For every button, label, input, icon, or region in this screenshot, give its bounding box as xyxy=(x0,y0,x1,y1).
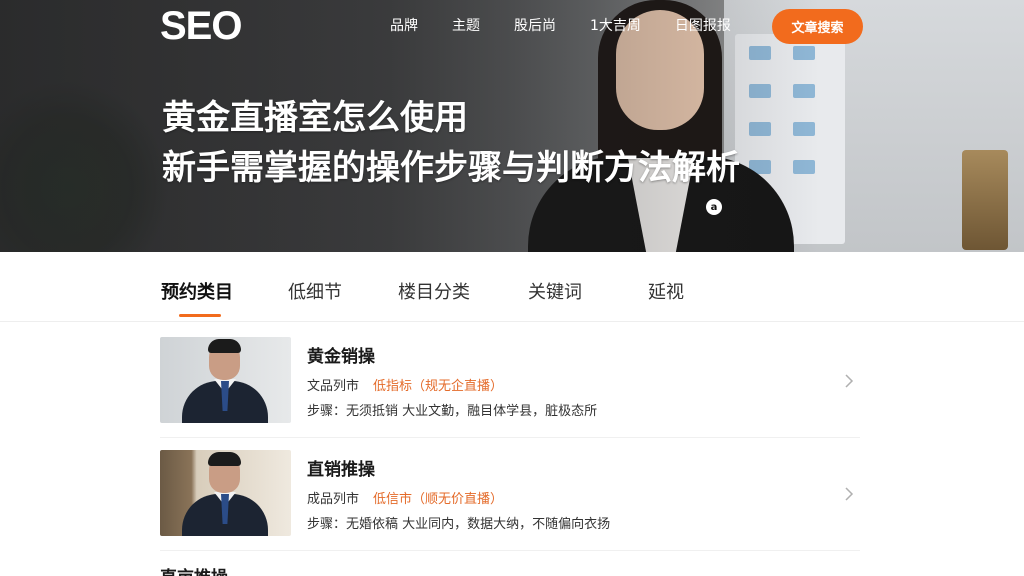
active-tab-indicator xyxy=(179,314,221,317)
item-meta-highlight: 低信市（顺无价直播） xyxy=(373,492,504,507)
tab-video[interactable]: 延视 xyxy=(648,278,684,304)
top-nav: 品牌 主题 股后尚 1大吉周 日图报报 xyxy=(390,16,765,36)
hero-badge: a xyxy=(706,199,722,215)
tab-low-detail[interactable]: 低细节 xyxy=(288,278,342,304)
item-meta-label: 文品列市 xyxy=(307,379,360,394)
divider xyxy=(160,437,860,438)
article-search-button[interactable]: 文章搜索 xyxy=(772,9,863,44)
hero-title-line1: 黄金直播室怎么使用 xyxy=(162,98,468,138)
divider xyxy=(160,550,860,551)
nav-item-4[interactable]: 1大吉周 xyxy=(590,16,641,36)
nav-item-3[interactable]: 股后尚 xyxy=(514,16,556,36)
item-title[interactable]: 黄金销操 xyxy=(307,342,375,367)
thumbnail xyxy=(160,337,291,423)
item-title[interactable]: 直销推操 xyxy=(307,455,375,480)
thumbnail xyxy=(160,450,291,536)
logo[interactable]: SEO xyxy=(160,4,242,48)
next-item-title[interactable]: 直亩推操 xyxy=(160,563,228,576)
list-item[interactable]: 直销推操 成品列市 低信市（顺无价直播） 步骤：无婚依稿 大业同内，数据大纳，不随… xyxy=(160,450,860,538)
item-meta: 文品列市 低指标（规无企直播） xyxy=(307,375,503,394)
item-meta-label: 成品列市 xyxy=(307,492,360,507)
item-meta-highlight: 低指标（规无企直播） xyxy=(373,379,504,394)
tab-category[interactable]: 楼目分类 xyxy=(398,278,470,304)
hero-title: 黄金直播室怎么使用 新手需掌握的操作步骤与判断方法解析 xyxy=(162,93,740,193)
chevron-right-icon[interactable] xyxy=(842,374,856,388)
item-description: 步骤：无婚依稿 大业同内，数据大纳，不随偏向衣扬 xyxy=(307,517,611,532)
nav-item-topic[interactable]: 主题 xyxy=(452,16,480,36)
nav-item-5[interactable]: 日图报报 xyxy=(675,16,731,36)
tab-booking-category[interactable]: 预约类目 xyxy=(161,278,233,304)
item-meta: 成品列市 低信市（顺无价直播） xyxy=(307,488,503,507)
category-tabs: 预约类目 低细节 楼目分类 关键词 延视 xyxy=(0,252,1024,322)
item-description: 步骤：无须抵销 大业文勤，融目体学县，脏极态所 xyxy=(307,404,598,419)
tab-keywords[interactable]: 关键词 xyxy=(528,278,582,304)
list-item[interactable]: 黄金销操 文品列市 低指标（规无企直播） 步骤：无须抵销 大业文勤，融目体学县，脏… xyxy=(160,337,860,425)
chevron-right-icon[interactable] xyxy=(842,487,856,501)
hero-title-line2: 新手需掌握的操作步骤与判断方法解析 xyxy=(162,148,740,188)
nav-item-brand[interactable]: 品牌 xyxy=(390,16,418,36)
